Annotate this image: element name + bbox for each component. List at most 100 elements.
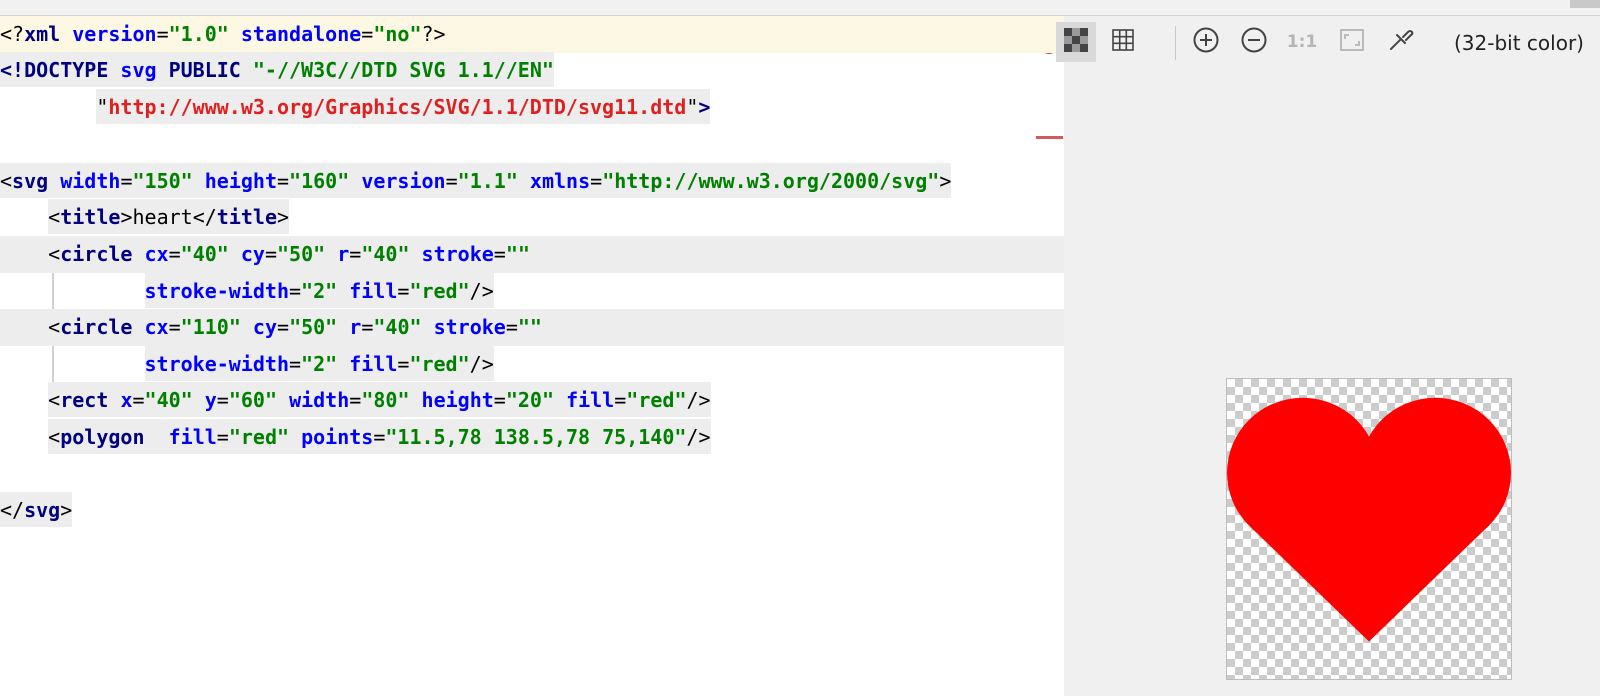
code-token: /> xyxy=(469,273,494,308)
code-token: svg xyxy=(12,163,49,198)
code-token: "2" xyxy=(301,346,338,381)
scrollbar-thumb[interactable] xyxy=(1570,0,1600,8)
code-token: xmlns xyxy=(529,163,591,198)
code-token: width xyxy=(60,163,121,198)
code-token: "80" xyxy=(361,382,410,417)
fit-to-window-button[interactable] xyxy=(1332,22,1372,62)
code-token: "1.0" xyxy=(168,22,229,46)
code-line[interactable]: stroke-width="2" fill="red"/> xyxy=(0,346,1064,383)
code-line[interactable]: <rect x="40" y="60" width="80" height="2… xyxy=(0,382,1064,419)
code-token: = xyxy=(590,163,603,198)
code-token xyxy=(349,163,362,198)
code-token: "40" xyxy=(180,236,229,271)
code-line[interactable]: <circle cx="110" cy="50" r="40" stroke="… xyxy=(0,309,1064,346)
code-token: cy xyxy=(240,236,265,271)
code-token: svg xyxy=(120,52,157,87)
top-scrollbar[interactable] xyxy=(0,0,1600,16)
code-token xyxy=(192,382,205,417)
code-token: = xyxy=(277,163,290,198)
code-token: version xyxy=(72,22,157,46)
code-token xyxy=(48,163,61,198)
code-token: = xyxy=(361,309,374,344)
code-token: r xyxy=(349,309,362,344)
code-token xyxy=(409,382,422,417)
grid-button[interactable] xyxy=(1103,22,1143,62)
code-token xyxy=(240,309,253,344)
indent-guide xyxy=(52,273,54,310)
code-token: "red" xyxy=(409,346,470,381)
code-line[interactable] xyxy=(0,456,1064,493)
code-token: = xyxy=(277,309,290,344)
code-editor[interactable]: ! <?xml version="1.0" standalone="no"?><… xyxy=(0,16,1064,696)
code-line[interactable]: <circle cx="40" cy="50" r="40" stroke="" xyxy=(0,236,1064,273)
zoom-out-button[interactable] xyxy=(1234,22,1274,62)
code-line[interactable]: <?xml version="1.0" standalone="no"?> xyxy=(0,16,1064,53)
code-token: polygon xyxy=(60,419,145,454)
code-token: title xyxy=(216,199,278,234)
code-token: heart xyxy=(132,199,193,234)
code-token: /> xyxy=(469,346,494,381)
code-line[interactable]: stroke-width="2" fill="red"/> xyxy=(0,273,1064,310)
zoom-out-icon xyxy=(1240,26,1268,59)
code-token: < xyxy=(48,309,61,344)
code-token xyxy=(240,52,253,87)
code-token xyxy=(554,382,567,417)
code-token xyxy=(108,52,121,87)
code-token: xml xyxy=(24,22,61,46)
code-token xyxy=(337,309,350,344)
code-token: > xyxy=(698,89,711,124)
code-token xyxy=(421,309,434,344)
code-token: rect xyxy=(60,382,109,417)
heart-image xyxy=(1227,397,1511,642)
code-token xyxy=(277,382,290,417)
code-line[interactable]: <title>heart</title> xyxy=(0,199,1064,236)
code-token: "40" xyxy=(144,382,193,417)
code-token xyxy=(108,382,121,417)
code-token: = xyxy=(505,309,518,344)
code-token: "40" xyxy=(361,236,410,271)
code-token: = xyxy=(156,22,169,46)
code-token: = xyxy=(349,382,362,417)
code-token: "2" xyxy=(301,273,338,308)
code-line[interactable] xyxy=(0,126,1064,163)
code-token: stroke xyxy=(421,236,494,271)
code-token: < xyxy=(48,199,61,234)
code-token xyxy=(144,419,169,454)
heart-center-rect xyxy=(1302,491,1455,529)
code-token: width xyxy=(289,382,350,417)
code-token: x xyxy=(120,382,133,417)
code-token: "-//W3C//DTD SVG 1.1//EN" xyxy=(252,52,554,87)
code-token xyxy=(228,236,241,271)
heart-bottom-point xyxy=(1248,525,1490,642)
code-token: = xyxy=(493,382,506,417)
code-token: = xyxy=(168,309,181,344)
code-token: = xyxy=(216,382,229,417)
code-token xyxy=(192,163,205,198)
code-token: "20" xyxy=(505,382,555,417)
actual-size-button[interactable]: 1:1 xyxy=(1282,22,1322,62)
code-token: "40" xyxy=(373,309,422,344)
toolbar-separator xyxy=(1175,26,1176,60)
code-token: = xyxy=(373,419,386,454)
code-line[interactable]: <svg width="150" height="160" version="1… xyxy=(0,163,1064,200)
code-line[interactable]: </svg> xyxy=(0,492,1064,529)
transparency-background-button[interactable] xyxy=(1056,22,1096,62)
zoom-in-button[interactable] xyxy=(1186,22,1226,62)
code-line[interactable]: <!DOCTYPE svg PUBLIC "-//W3C//DTD SVG 1.… xyxy=(0,52,1064,89)
code-token: > xyxy=(277,199,290,234)
code-token: PUBLIC xyxy=(168,52,241,87)
code-token: fill xyxy=(349,273,398,308)
code-line[interactable]: "http://www.w3.org/Graphics/SVG/1.1/DTD/… xyxy=(0,89,1064,126)
code-token: "60" xyxy=(228,382,278,417)
color-picker-button[interactable] xyxy=(1380,22,1420,62)
code-token: "50" xyxy=(289,309,338,344)
code-line[interactable]: <polygon fill="red" points="11.5,78 138.… xyxy=(0,419,1064,456)
code-token: "red" xyxy=(409,273,470,308)
code-token xyxy=(325,236,338,271)
code-token: </ xyxy=(192,199,217,234)
code-token: height xyxy=(204,163,277,198)
